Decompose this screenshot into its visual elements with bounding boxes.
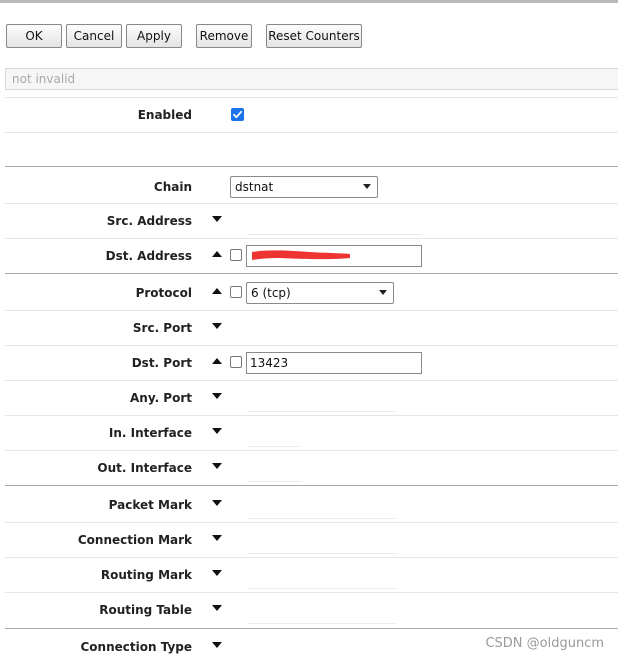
collapse-up-icon[interactable] <box>212 358 222 364</box>
section-divider <box>5 273 618 274</box>
dst-address-negate-checkbox[interactable] <box>230 249 242 261</box>
chain-select-value: dstnat <box>235 180 274 194</box>
dst-port-label: Dst. Port <box>131 356 192 370</box>
protocol-label: Protocol <box>135 286 192 300</box>
in-interface-label: In. Interface <box>108 426 192 440</box>
connection-mark-empty-line <box>248 553 396 554</box>
chain-select[interactable]: dstnat <box>230 176 378 198</box>
status-bar: not invalid <box>5 68 618 90</box>
divider <box>5 132 618 133</box>
apply-button[interactable]: Apply <box>126 24 182 48</box>
protocol-row: Protocol 6 (tcp) <box>0 276 618 310</box>
packet-mark-empty-line <box>248 518 396 519</box>
expand-down-icon[interactable] <box>212 535 222 541</box>
connection-type-label: Connection Type <box>80 640 192 654</box>
top-border <box>0 0 618 3</box>
dst-address-label: Dst. Address <box>105 249 192 263</box>
expand-down-icon[interactable] <box>212 216 222 222</box>
enabled-checkbox[interactable] <box>231 108 244 121</box>
chain-label: Chain <box>153 180 192 194</box>
src-address-empty-line <box>248 234 422 235</box>
connection-mark-row: Connection Mark <box>0 523 618 557</box>
out-interface-empty-line <box>248 481 300 482</box>
expand-down-icon[interactable] <box>212 393 222 399</box>
protocol-select[interactable]: 6 (tcp) <box>246 282 394 304</box>
out-interface-row: Out. Interface <box>0 451 618 485</box>
expand-down-icon[interactable] <box>212 642 222 648</box>
routing-mark-label: Routing Mark <box>100 568 192 582</box>
expand-down-icon[interactable] <box>212 323 222 329</box>
expand-down-icon[interactable] <box>212 570 222 576</box>
chevron-down-icon <box>379 290 387 295</box>
routing-table-label: Routing Table <box>99 603 192 617</box>
routing-table-empty-line <box>248 623 396 624</box>
enabled-label: Enabled <box>137 108 192 122</box>
expand-down-icon[interactable] <box>212 463 222 469</box>
routing-mark-empty-line <box>248 588 396 589</box>
src-port-row: Src. Port <box>0 311 618 345</box>
in-interface-row: In. Interface <box>0 416 618 450</box>
routing-table-row: Routing Table <box>0 593 618 627</box>
dst-port-row: Dst. Port <box>0 346 618 380</box>
any-port-empty-line <box>248 411 396 412</box>
section-divider <box>5 628 618 629</box>
ok-button[interactable]: OK <box>6 24 62 48</box>
any-port-label: Any. Port <box>130 391 192 405</box>
chain-row: Chain dstnat <box>0 170 618 204</box>
expand-down-icon[interactable] <box>212 428 222 434</box>
src-address-label: Src. Address <box>106 214 192 228</box>
src-address-row: Src. Address <box>0 204 618 238</box>
packet-mark-label: Packet Mark <box>108 498 192 512</box>
dst-port-negate-checkbox[interactable] <box>230 356 242 368</box>
section-divider <box>5 485 618 486</box>
checkmark-icon <box>233 110 243 119</box>
any-port-row: Any. Port <box>0 381 618 415</box>
dst-port-input[interactable] <box>246 352 422 374</box>
collapse-up-icon[interactable] <box>212 288 222 294</box>
divider <box>5 97 618 98</box>
enabled-row: Enabled <box>0 98 618 132</box>
routing-mark-row: Routing Mark <box>0 558 618 592</box>
cancel-button[interactable]: Cancel <box>66 24 122 48</box>
protocol-select-value: 6 (tcp) <box>251 286 291 300</box>
out-interface-label: Out. Interface <box>97 461 192 475</box>
in-interface-empty-line <box>248 446 300 447</box>
remove-button[interactable]: Remove <box>196 24 252 48</box>
collapse-up-icon[interactable] <box>212 251 222 257</box>
protocol-negate-checkbox[interactable] <box>230 286 242 298</box>
connection-mark-label: Connection Mark <box>77 533 192 547</box>
expand-down-icon[interactable] <box>212 605 222 611</box>
section-divider <box>5 166 618 167</box>
expand-down-icon[interactable] <box>212 500 222 506</box>
redaction-mark <box>252 250 350 260</box>
packet-mark-row: Packet Mark <box>0 488 618 522</box>
chevron-down-icon <box>363 184 371 189</box>
watermark: CSDN @oldguncm <box>485 636 604 651</box>
reset-counters-button[interactable]: Reset Counters <box>266 24 362 48</box>
src-port-label: Src. Port <box>132 321 192 335</box>
toolbar: OK Cancel Apply Remove Reset Counters <box>0 24 618 48</box>
